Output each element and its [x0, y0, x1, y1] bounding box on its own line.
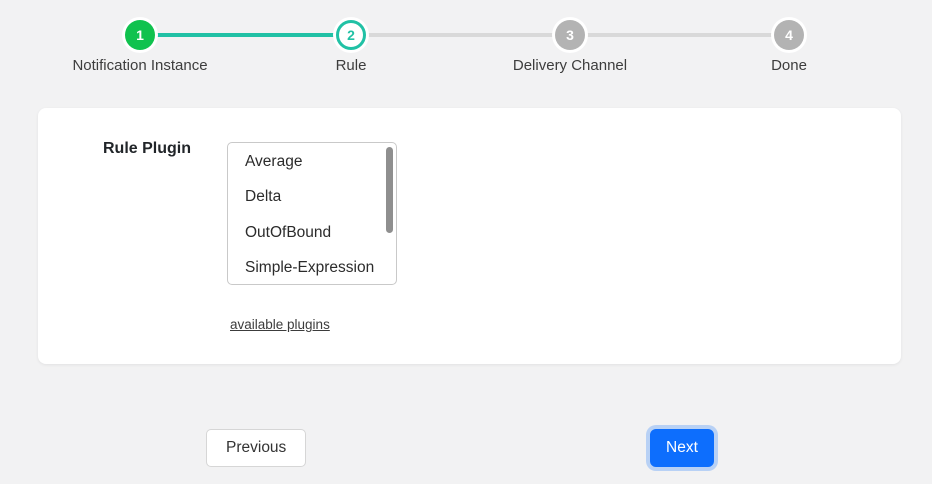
step-label-notification-instance: Notification Instance	[72, 57, 207, 74]
plugin-option-delta[interactable]: Delta	[228, 180, 396, 216]
previous-button[interactable]: Previous	[206, 429, 306, 467]
step-label-delivery-channel: Delivery Channel	[513, 57, 627, 74]
step-label-rule: Rule	[336, 57, 367, 74]
stepper-connector-2-3	[351, 33, 570, 37]
rule-step-card: Rule Plugin Average Delta OutOfBound Sim…	[38, 108, 901, 364]
step-label-done: Done	[771, 57, 807, 74]
plugin-option-average[interactable]: Average	[228, 144, 396, 180]
step-circle-rule[interactable]: 2	[336, 20, 366, 50]
rule-plugin-label: Rule Plugin	[38, 140, 191, 158]
listbox-scrollbar[interactable]	[386, 147, 393, 233]
stepper-connector-1-2	[140, 33, 351, 37]
available-plugins-link[interactable]: available plugins	[230, 317, 330, 332]
rule-plugin-listbox[interactable]: Average Delta OutOfBound Simple-Expressi…	[227, 142, 397, 285]
next-button[interactable]: Next	[650, 429, 714, 467]
stepper-connector-3-4	[570, 33, 789, 37]
step-circle-notification-instance[interactable]: 1	[125, 20, 155, 50]
plugin-option-outofbound[interactable]: OutOfBound	[228, 215, 396, 251]
plugin-option-simple-expression[interactable]: Simple-Expression	[228, 251, 396, 286]
step-circle-delivery-channel[interactable]: 3	[555, 20, 585, 50]
step-circle-done[interactable]: 4	[774, 20, 804, 50]
wizard-page: 1 2 3 4 Notification Instance Rule Deliv…	[0, 0, 932, 484]
